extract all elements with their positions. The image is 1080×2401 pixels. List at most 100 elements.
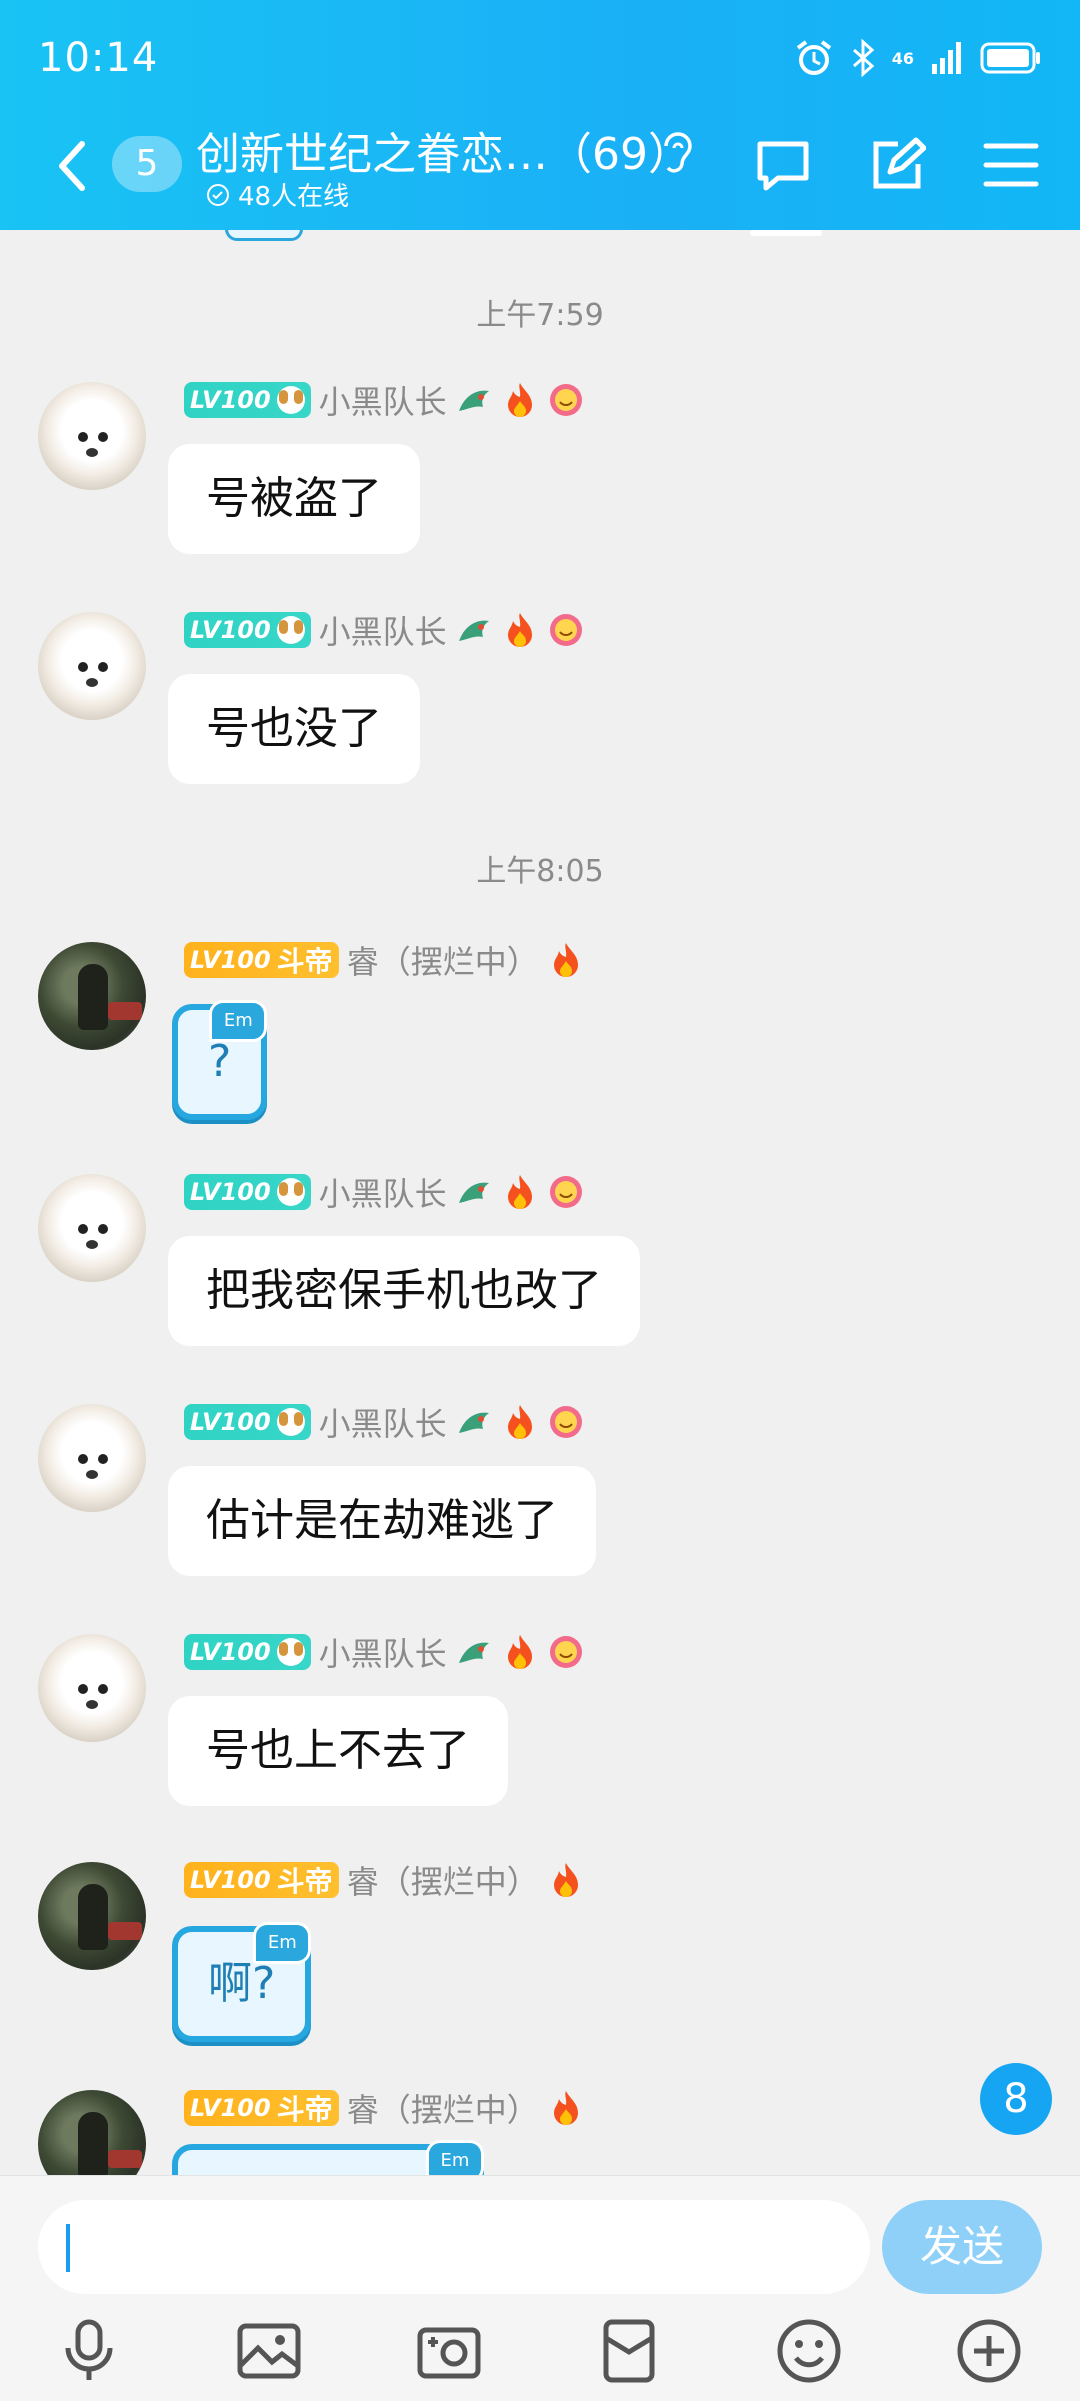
fire-icon [507, 383, 532, 417]
sender-meta: LV100 小黑队长 [184, 1629, 585, 1675]
avatar[interactable] [38, 382, 146, 490]
level-text: LV100 [190, 1178, 271, 1206]
camera-icon[interactable] [414, 2316, 484, 2386]
avatar[interactable] [38, 1404, 146, 1512]
timestamp: 上午8:05 [476, 854, 604, 889]
dog-badge-icon [276, 616, 305, 644]
emoticon-bubble[interactable]: ? Em [172, 1000, 268, 1120]
dog-badge-icon [276, 386, 305, 414]
smile-flower-icon [549, 1406, 582, 1438]
avatar[interactable] [38, 612, 146, 720]
chat-tab-icon[interactable] [750, 136, 822, 236]
composer: 发送 [0, 2175, 1080, 2401]
avatar[interactable] [38, 942, 146, 1050]
ear-icon[interactable] [656, 126, 696, 182]
level-badge[interactable]: LV100 [184, 1634, 311, 1670]
menu-icon[interactable] [982, 136, 1040, 194]
level-text: LV100 [190, 1866, 271, 1894]
sender-meta: LV100 斗帝 睿（摆烂中） [184, 1857, 585, 1903]
fire-icon [553, 943, 578, 977]
status-bar: 10:14 46 [38, 30, 1042, 86]
edit-icon[interactable] [868, 136, 927, 194]
plus-icon[interactable] [954, 2316, 1024, 2386]
smile-flower-icon [549, 1636, 582, 1668]
level-badge[interactable]: LV100 [184, 1404, 311, 1440]
message-bubble[interactable]: 号被盗了 [168, 444, 420, 554]
message-bubble[interactable]: 估计是在劫难逃了 [168, 1466, 596, 1576]
sender-name[interactable]: 小黑队长 [319, 1399, 447, 1445]
avatar[interactable] [38, 1862, 146, 1970]
fire-icon [553, 1863, 578, 1897]
level-text: LV100 [190, 1408, 271, 1436]
fire-icon [553, 2091, 578, 2125]
sender-name[interactable]: 睿（摆烂中） [347, 2085, 539, 2131]
image-icon[interactable] [234, 2316, 304, 2386]
fire-icon [507, 613, 532, 647]
em-tag: Em [209, 1000, 268, 1042]
avatar[interactable] [38, 2090, 146, 2175]
level-text: LV100 [190, 616, 271, 644]
sender-meta: LV100 斗帝 睿（摆烂中） [184, 2085, 585, 2131]
smile-flower-icon [549, 614, 582, 646]
level-text: LV100 [190, 2094, 271, 2122]
composer-toolbar [0, 2316, 1080, 2386]
sender-meta: LV100 小黑队长 [184, 607, 585, 653]
back-icon[interactable] [52, 136, 92, 196]
sender-name[interactable]: 小黑队长 [319, 1629, 447, 1675]
message-bubble[interactable]: 号也没了 [168, 674, 420, 784]
rank-text: 斗帝 [276, 2093, 333, 2126]
sender-name[interactable]: 小黑队长 [319, 607, 447, 653]
dragon-badge-icon [458, 1182, 489, 1203]
message-input[interactable] [38, 2200, 870, 2294]
dog-badge-icon [276, 1408, 305, 1436]
level-badge[interactable]: LV100 [184, 612, 311, 648]
avatar[interactable] [38, 1174, 146, 1282]
level-badge[interactable]: LV100 斗帝 [184, 942, 339, 978]
message-bubble[interactable]: 号也上不去了 [168, 1696, 508, 1806]
sender-name[interactable]: 睿（摆烂中） [347, 1857, 539, 1903]
emoticon-bubble[interactable]: Em [172, 2140, 484, 2175]
check-circle-icon [207, 183, 229, 206]
online-text: 48人在线 [238, 182, 350, 212]
smile-flower-icon [549, 1176, 582, 1208]
status-time: 10:14 [38, 35, 159, 81]
message-list[interactable]: 上午7:59 LV100 小黑队长 号被盗了 LV100 小黑队长 号也没了 上… [0, 230, 1080, 2175]
emoji-icon[interactable] [774, 2316, 844, 2386]
fire-icon [507, 1405, 532, 1439]
header-nav: 5 创新世纪之眷恋…（69） 48人在线 [0, 118, 1080, 236]
level-text: LV100 [190, 1638, 271, 1666]
level-badge[interactable]: LV100 [184, 382, 311, 418]
em-tag: Em [253, 1922, 312, 1964]
network-type: 46 [891, 48, 914, 68]
new-messages-badge[interactable]: 8 [980, 2063, 1052, 2135]
message-bubble[interactable]: 把我密保手机也改了 [168, 1236, 640, 1346]
level-badge[interactable]: LV100 [184, 1174, 311, 1210]
group-title[interactable]: 创新世纪之眷恋…（69） [196, 118, 692, 182]
fire-icon [507, 1175, 532, 1209]
send-button[interactable]: 发送 [882, 2200, 1042, 2294]
red-packet-icon[interactable] [594, 2316, 664, 2386]
sender-meta: LV100 斗帝 睿（摆烂中） [184, 937, 585, 983]
smile-flower-icon [549, 384, 582, 416]
microphone-icon[interactable] [54, 2316, 124, 2386]
previous-emoticon-bubble[interactable] [225, 230, 303, 241]
dog-badge-icon [276, 1178, 305, 1206]
dragon-badge-icon [458, 1412, 489, 1433]
rank-text: 斗帝 [276, 1865, 333, 1898]
sender-name[interactable]: 小黑队长 [319, 1169, 447, 1215]
signal-icon [932, 42, 961, 74]
sender-name[interactable]: 睿（摆烂中） [347, 937, 539, 983]
sender-name[interactable]: 小黑队长 [319, 377, 447, 423]
dragon-badge-icon [458, 620, 489, 641]
emoticon-text: 啊? [208, 1958, 276, 2009]
battery-icon [980, 42, 1040, 74]
unread-badge[interactable]: 5 [112, 136, 182, 192]
rank-text: 斗帝 [276, 945, 333, 978]
sender-meta: LV100 小黑队长 [184, 1399, 585, 1445]
emoticon-bubble[interactable]: 啊? Em [172, 1922, 312, 2042]
level-badge[interactable]: LV100 斗帝 [184, 2090, 339, 2126]
sender-meta: LV100 小黑队长 [184, 377, 585, 423]
level-badge[interactable]: LV100 斗帝 [184, 1862, 339, 1898]
bluetooth-icon [852, 38, 874, 78]
avatar[interactable] [38, 1634, 146, 1742]
